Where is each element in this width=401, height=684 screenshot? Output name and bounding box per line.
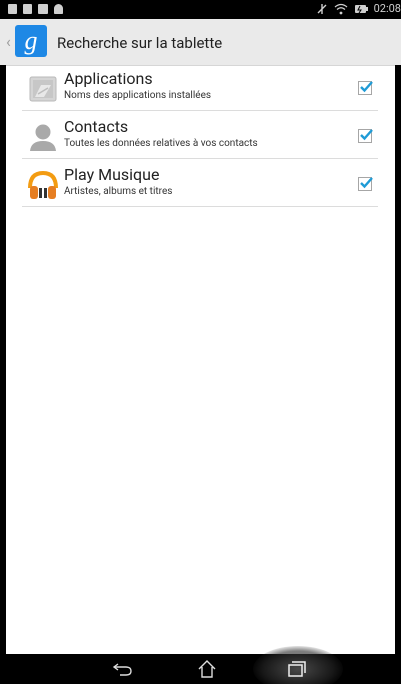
- battery-icon: [354, 4, 368, 13]
- recents-icon: [288, 661, 306, 677]
- play-music-checkbox[interactable]: [358, 177, 373, 191]
- status-bar: 02:08: [0, 0, 401, 19]
- back-button[interactable]: [103, 656, 143, 682]
- contacts-icon: [26, 120, 60, 154]
- action-bar: ‹ g Recherche sur la tablette: [0, 19, 401, 66]
- page-title: Recherche sur la tablette: [57, 34, 223, 52]
- checkmark-icon: [360, 177, 373, 189]
- item-title: Contacts: [64, 117, 129, 136]
- contacts-checkbox[interactable]: [358, 129, 373, 143]
- item-subtitle: Artistes, albums et titres: [64, 186, 173, 197]
- back-icon: [112, 663, 132, 676]
- list-item-play-music[interactable]: Play Musique Artistes, albums et titres: [22, 162, 378, 207]
- home-button[interactable]: [187, 656, 227, 682]
- notification-icon: [8, 4, 17, 14]
- item-subtitle: Noms des applications installées: [64, 90, 212, 101]
- item-title: Play Musique: [64, 165, 160, 184]
- document-icon: [23, 4, 32, 14]
- checkmark-icon: [360, 81, 373, 93]
- list-item-contacts[interactable]: Contacts Toutes les données relatives à …: [22, 114, 378, 159]
- list-item-applications[interactable]: Applications Noms des applications insta…: [22, 66, 378, 111]
- airplane-mode-off-icon: [317, 3, 327, 14]
- logo-letter: g: [24, 26, 38, 55]
- recents-button[interactable]: [277, 656, 317, 682]
- android-icon: [54, 4, 63, 14]
- screen: 02:08 ‹ g Recherche sur la tablette Appl…: [0, 0, 401, 684]
- screen-right-edge: [395, 65, 401, 654]
- screen-left-edge: [0, 65, 6, 654]
- wifi-icon: [334, 3, 348, 14]
- item-subtitle: Toutes les données relatives à vos conta…: [64, 138, 258, 149]
- navigation-bar: [0, 646, 401, 684]
- home-icon: [198, 660, 216, 678]
- google-search-logo-icon[interactable]: g: [15, 25, 47, 57]
- play-music-icon: [26, 168, 60, 202]
- status-left-icons: [8, 4, 63, 14]
- applications-checkbox[interactable]: [358, 81, 373, 95]
- checkmark-icon: [360, 129, 373, 141]
- item-title: Applications: [64, 69, 153, 88]
- status-time: 02:08: [373, 2, 401, 15]
- applications-icon: [26, 72, 60, 106]
- search-sources-list: Applications Noms des applications insta…: [22, 66, 378, 210]
- status-right-icons: 02:08: [316, 2, 401, 15]
- image-icon: [38, 4, 48, 14]
